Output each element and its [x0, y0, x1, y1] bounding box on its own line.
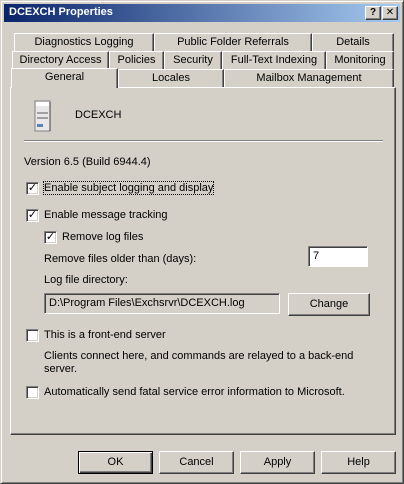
server-icon: [34, 100, 51, 132]
apply-button[interactable]: Apply: [240, 451, 315, 474]
front-end-label[interactable]: This is a front-end server: [44, 329, 166, 341]
remove-older-days-input[interactable]: 7: [308, 246, 368, 267]
tab-policies[interactable]: Policies: [109, 51, 164, 69]
properties-dialog: DCEXCH Properties ? ✕ Diagnostics Loggin…: [0, 0, 404, 484]
ok-button[interactable]: OK: [78, 451, 153, 474]
front-end-description: Clients connect here, and commands are r…: [44, 350, 354, 375]
message-tracking-label[interactable]: Enable message tracking: [44, 209, 168, 221]
help-button[interactable]: Help: [321, 451, 396, 474]
auto-send-errors-label[interactable]: Automatically send fatal service error i…: [44, 386, 345, 398]
subject-logging-checkbox[interactable]: ✓: [26, 182, 39, 195]
remove-older-label: Remove files older than (days):: [44, 253, 197, 265]
log-dir-field: D:\Program Files\Exchsrvr\DCEXCH.log: [44, 293, 280, 314]
tab-diagnostics-logging[interactable]: Diagnostics Logging: [14, 33, 154, 51]
tab-details[interactable]: Details: [312, 33, 394, 51]
message-tracking-checkbox[interactable]: ✓: [26, 209, 39, 222]
help-title-button[interactable]: ?: [365, 6, 381, 20]
general-tab-panel: DCEXCH Version 6.5 (Build 6944.4) ✓ Enab…: [10, 87, 396, 435]
log-dir-label: Log file directory:: [44, 274, 128, 286]
question-icon: ?: [369, 7, 377, 18]
change-button[interactable]: Change: [288, 293, 370, 316]
separator: [24, 140, 383, 142]
cancel-button[interactable]: Cancel: [159, 451, 234, 474]
tab-monitoring[interactable]: Monitoring: [326, 51, 394, 69]
close-icon: ✕: [385, 7, 395, 18]
close-button[interactable]: ✕: [382, 6, 398, 20]
subject-logging-label[interactable]: Enable subject logging and display: [42, 181, 215, 195]
tab-directory-access[interactable]: Directory Access: [12, 51, 109, 69]
remove-log-files-label[interactable]: Remove log files: [62, 231, 143, 243]
tab-locales[interactable]: Locales: [118, 69, 224, 87]
tab-full-text-indexing[interactable]: Full-Text Indexing: [222, 51, 326, 69]
auto-send-errors-checkbox[interactable]: [26, 386, 39, 399]
window-title: DCEXCH Properties: [9, 6, 113, 18]
front-end-checkbox[interactable]: [26, 329, 39, 342]
tab-general[interactable]: General: [11, 68, 118, 88]
server-name: DCEXCH: [75, 109, 122, 121]
remove-log-files-checkbox[interactable]: ✓: [44, 231, 57, 244]
tab-mailbox-management[interactable]: Mailbox Management: [224, 69, 394, 87]
version-text: Version 6.5 (Build 6944.4): [24, 156, 151, 168]
title-bar[interactable]: DCEXCH Properties ? ✕: [4, 4, 400, 22]
tab-security[interactable]: Security: [164, 51, 222, 69]
tab-public-folder-referrals[interactable]: Public Folder Referrals: [154, 33, 312, 51]
